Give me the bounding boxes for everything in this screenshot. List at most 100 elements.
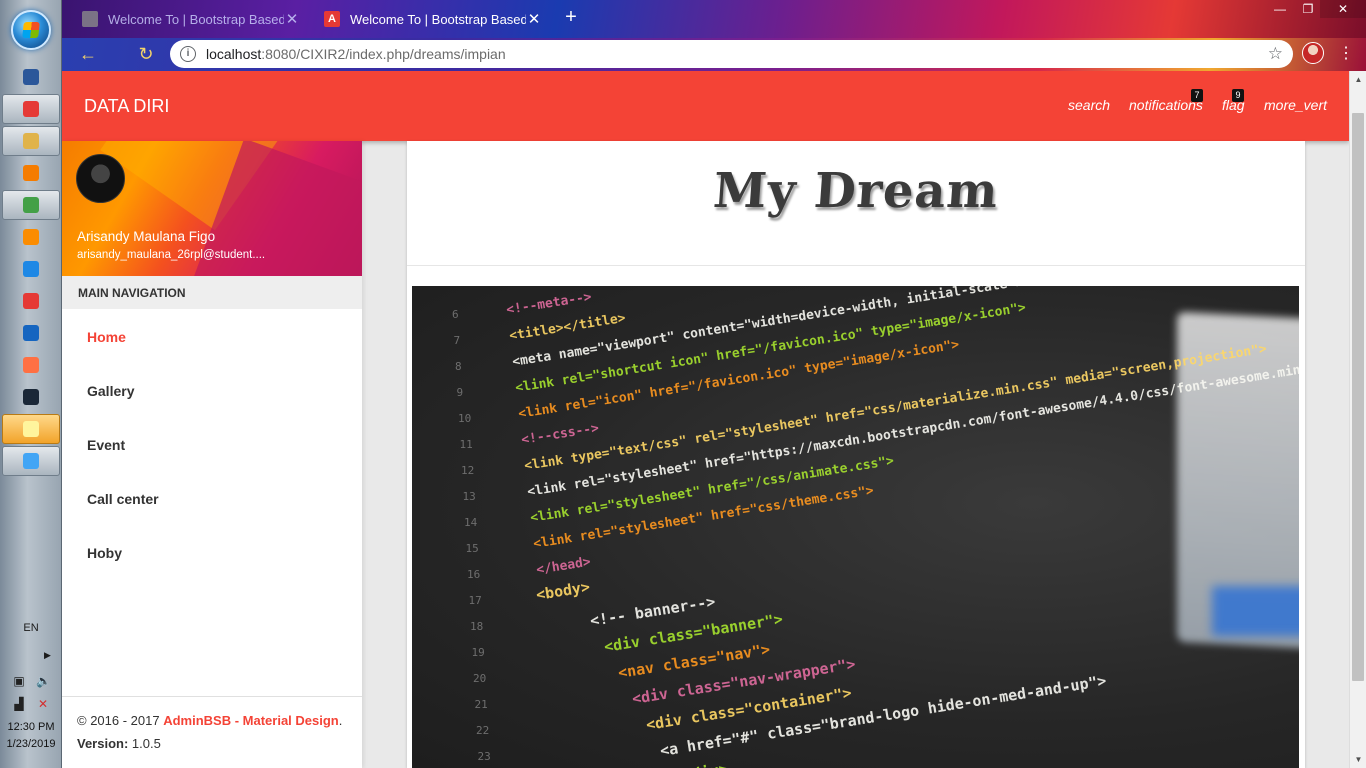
- taskbar-button[interactable]: [2, 190, 60, 220]
- page-scrollbar[interactable]: ▲ ▼: [1349, 71, 1366, 768]
- sidebar-item-gallery[interactable]: Gallery: [87, 383, 134, 399]
- code-line: <link rel="stylesheet" href="https://max…: [526, 355, 1299, 500]
- bookmark-star-icon[interactable]: ☆: [1268, 44, 1283, 64]
- line-number: 11: [460, 438, 473, 451]
- code-photo: <!--meta--> 6 <title></title> 7 <meta name="…: [412, 286, 1299, 768]
- card-header: My Dream: [407, 141, 1305, 266]
- code-lines: <!--meta-->6 <title></title>7 <meta name="…: [452, 286, 1299, 768]
- scroll-down-arrow-icon[interactable]: ▼: [1350, 751, 1366, 768]
- user-avatar[interactable]: [76, 154, 125, 203]
- sidebar-item-call-center[interactable]: Call center: [87, 491, 159, 507]
- file-explorer-icon: [23, 133, 39, 149]
- back-arrow-icon[interactable]: ←: [76, 42, 100, 66]
- xampp-icon: [23, 229, 39, 245]
- user-info-card: Arisandy Maulana Figo arisandy_maulana_2…: [62, 141, 362, 276]
- reload-icon[interactable]: ↻: [134, 42, 158, 66]
- word-icon: [23, 69, 39, 85]
- browser-tab-1[interactable]: Welcome To | Bootstrap Based A ✕: [72, 4, 310, 34]
- topnav-flag[interactable]: flag 9: [1222, 89, 1245, 113]
- show-hidden-icons-icon[interactable]: ▶: [44, 650, 51, 661]
- code-line: <body>: [535, 578, 591, 604]
- clock-date: 1/23/2019: [6, 738, 56, 750]
- git-icon: [23, 293, 39, 309]
- line-number: 18: [470, 620, 483, 633]
- filezilla-icon: [23, 325, 39, 341]
- network-error-icon[interactable]: ✕: [36, 697, 50, 711]
- copyright-prefix: © 2016 - 2017: [77, 713, 160, 728]
- taskbar-button[interactable]: [2, 350, 60, 380]
- line-number: 14: [464, 516, 478, 529]
- line-number: 15: [466, 542, 479, 555]
- line-number: 13: [463, 490, 476, 503]
- chrome-icon: [23, 101, 39, 117]
- signal-icon[interactable]: ▟: [12, 697, 26, 711]
- taskbar-button[interactable]: [2, 222, 60, 252]
- minimize-button[interactable]: —: [1266, 0, 1294, 18]
- language-indicator[interactable]: EN: [0, 622, 62, 634]
- taskbar-button[interactable]: [2, 62, 60, 92]
- line-number: 17: [469, 594, 482, 607]
- windows-taskbar: EN ▶ ▣ 🔈 ▟ ✕ 12:30 PM 1/23/2019: [0, 0, 62, 768]
- scroll-up-arrow-icon[interactable]: ▲: [1350, 71, 1366, 88]
- more-menu-icon[interactable]: ⋮: [1338, 42, 1354, 66]
- taskbar-button[interactable]: [2, 158, 60, 188]
- copyright-text: © 2016 - 2017 AdminBSB - Material Design…: [77, 713, 342, 728]
- line-number: 7: [454, 334, 461, 347]
- more-vert-icon: more_vert: [1264, 97, 1328, 113]
- clock-time: 12:30 PM: [7, 721, 55, 733]
- line-number: 22: [476, 724, 489, 737]
- firefox-icon: [23, 357, 39, 373]
- line-number: 21: [475, 698, 488, 711]
- flag-count-badge: 9: [1232, 89, 1244, 102]
- volume-icon[interactable]: 🔈: [36, 674, 51, 688]
- line-number: 6: [452, 308, 459, 321]
- browser-tab-2[interactable]: A Welcome To | Bootstrap Based A ✕: [314, 4, 552, 34]
- taskbar-button[interactable]: [2, 254, 60, 284]
- taskbar-button[interactable]: [2, 126, 60, 156]
- code-line: <!--meta-->: [505, 290, 593, 318]
- content-card: My Dream <!--meta--> 6 <title></title> 7 <me…: [407, 141, 1305, 768]
- line-number: 12: [461, 464, 474, 477]
- user-name: Arisandy Maulana Figo: [77, 229, 216, 244]
- topnav-search[interactable]: search: [1068, 97, 1110, 113]
- new-tab-button[interactable]: +: [560, 7, 582, 29]
- notifications-count-badge: 7: [1191, 89, 1203, 102]
- taskbar-button[interactable]: [2, 286, 60, 316]
- scroll-thumb[interactable]: [1352, 113, 1364, 681]
- taskbar-button[interactable]: [2, 446, 60, 476]
- sidebar-item-home[interactable]: Home: [87, 329, 126, 345]
- url-path: :8080/CIXIR2/index.php/dreams/impian: [261, 46, 506, 62]
- site-info-icon[interactable]: i: [180, 46, 196, 62]
- code-line: <!--css-->: [520, 421, 600, 448]
- topnav-notifications[interactable]: notifications 7: [1129, 89, 1203, 113]
- sidebar-item-event[interactable]: Event: [87, 437, 125, 453]
- taskbar-clock[interactable]: 12:30 PM 1/23/2019: [0, 719, 62, 753]
- app-brand[interactable]: DATA DIRI: [84, 96, 169, 117]
- line-number: 8: [455, 360, 462, 373]
- action-center-icon[interactable]: ▣: [12, 674, 26, 688]
- version-label: Version:: [77, 736, 129, 751]
- nav-section-header: MAIN NAVIGATION: [62, 276, 362, 309]
- close-tab-icon[interactable]: ✕: [284, 10, 300, 28]
- version-value: 1.0.5: [131, 736, 161, 751]
- media-player-icon: [23, 165, 39, 181]
- topnav-more[interactable]: more_vert: [1264, 97, 1327, 113]
- close-window-button[interactable]: ✕: [1320, 0, 1366, 18]
- start-button[interactable]: [11, 10, 51, 50]
- taskbar-button[interactable]: [2, 318, 60, 348]
- maximize-button[interactable]: ❐: [1294, 0, 1322, 18]
- taskbar-button[interactable]: [2, 414, 60, 444]
- tab-title: Welcome To | Bootstrap Based A: [350, 11, 526, 27]
- line-number: 9: [457, 386, 464, 399]
- url-host: localhost: [206, 46, 262, 62]
- close-tab-icon[interactable]: ✕: [526, 10, 542, 28]
- app-top-bar: DATA DIRI search notifications 7 flag 9 …: [62, 71, 1349, 141]
- address-bar[interactable]: i localhost:8080/CIXIR2/index.php/dreams…: [170, 40, 1293, 68]
- profile-avatar[interactable]: [1302, 42, 1324, 64]
- taskbar-button[interactable]: [2, 94, 60, 124]
- taskbar-button[interactable]: [2, 382, 60, 412]
- sidebar-item-hoby[interactable]: Hoby: [87, 545, 122, 561]
- adminbsb-link[interactable]: AdminBSB - Material Design: [163, 713, 339, 728]
- code-line: </div>: [673, 760, 729, 768]
- browser-toolbar: ← ↻ i localhost:8080/CIXIR2/index.php/dr…: [62, 38, 1366, 71]
